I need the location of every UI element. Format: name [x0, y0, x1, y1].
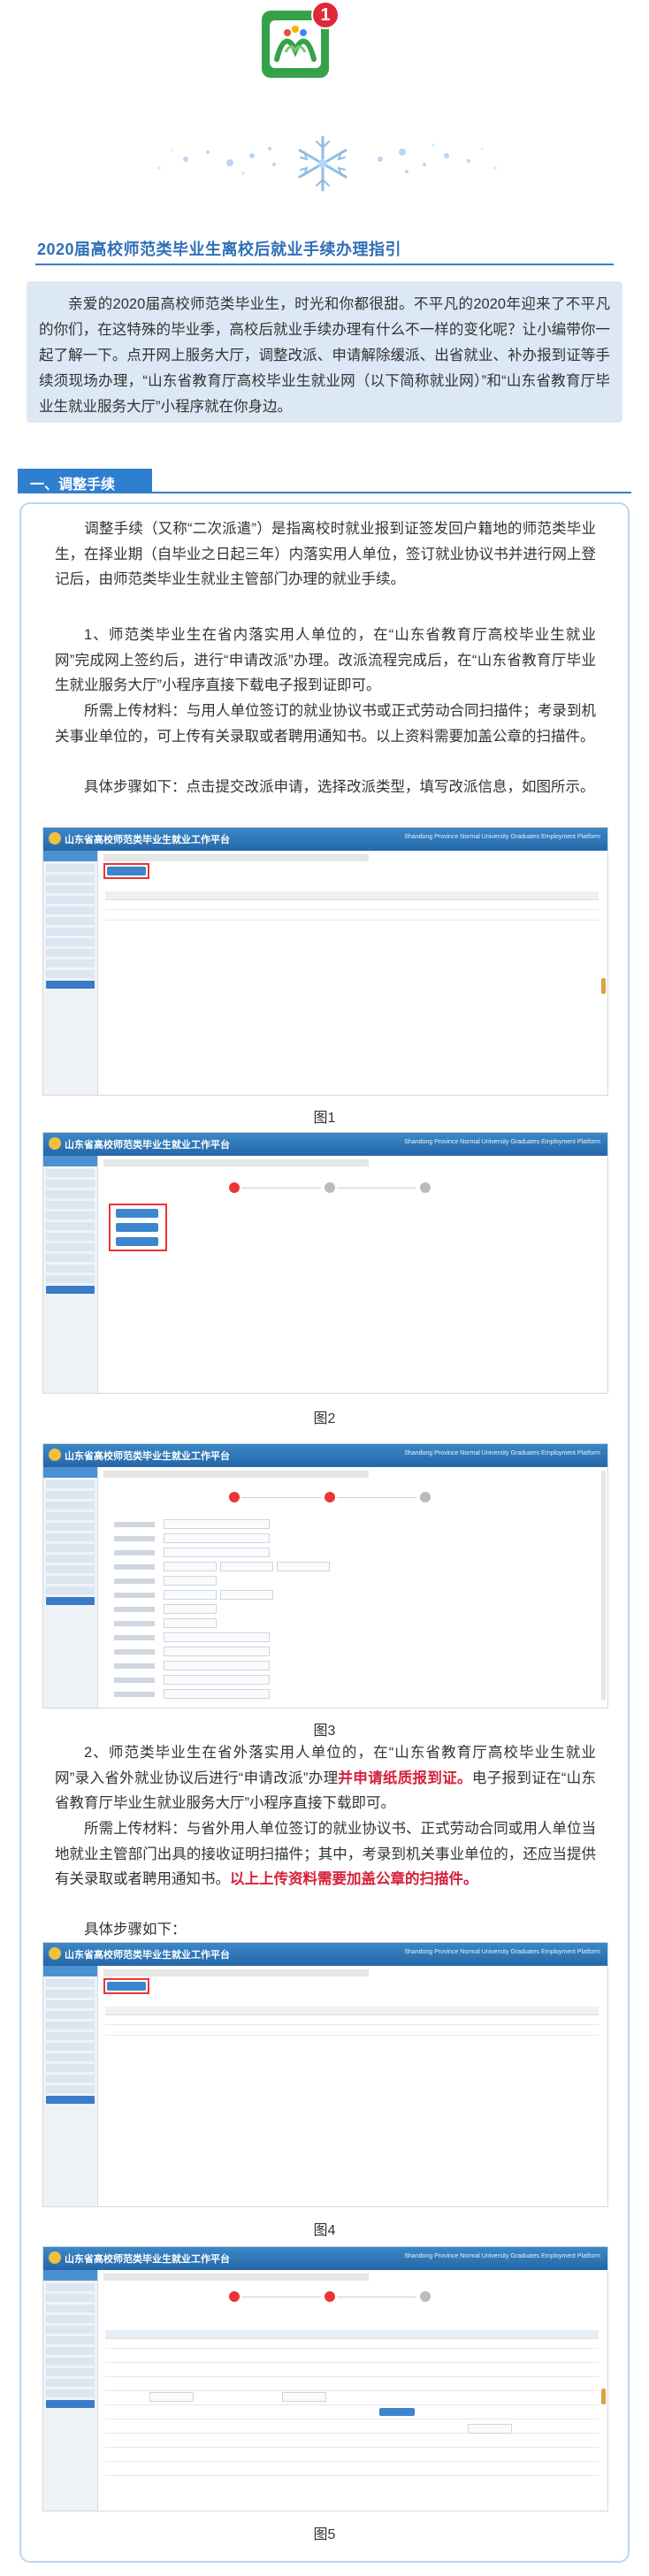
- platform-sidebar: [43, 851, 98, 1095]
- header-banner: 1: [0, 0, 649, 199]
- screenshot-figure-1: 山东省高校师范类毕业生就业工作平台 Shandong Province Norma…: [42, 827, 608, 1096]
- snowflake-icon: [298, 135, 347, 192]
- figure-caption-3: 图3: [313, 1724, 336, 1739]
- section-heading: 一、调整手续: [18, 469, 152, 493]
- figure-caption-1: 图1: [313, 1111, 336, 1126]
- screenshot-figure-3: 山东省高校师范类毕业生就业工作平台 Shandong Province Norma…: [42, 1443, 608, 1708]
- platform-header: 山东省高校师范类毕业生就业工作平台 Shandong Province Norma…: [43, 828, 607, 851]
- intro-text: 亲爱的2020届高校师范类毕业生，时光和你都很甜。不平凡的2020年迎来了不平凡…: [39, 296, 610, 415]
- screenshot-figure-5: 山东省高校师范类毕业生就业工作平台 Shandong Province Norma…: [42, 2246, 608, 2511]
- notification-badge: 1: [311, 1, 340, 29]
- intro-box: 亲爱的2020届高校师范类毕业生，时光和你都很甜。不平凡的2020年迎来了不平凡…: [27, 281, 622, 423]
- figure-caption-2: 图2: [313, 1411, 336, 1426]
- article-title: 2020届高校师范类毕业生离校后就业手续办理指引: [37, 241, 402, 258]
- highlight-official-seal: 以上上传资料需要加盖公章的扫描件。: [230, 1871, 478, 1887]
- paragraph-out-of-province: 2、师范类毕业生在省外落实用人单位的，在“山东省教育厅高校毕业生就业网”录入省外…: [55, 1745, 597, 1811]
- article-title-bar: 2020届高校师范类毕业生离校后就业手续办理指引: [27, 232, 622, 265]
- figure-caption-5: 图5: [313, 2527, 336, 2542]
- title-underline: [35, 264, 614, 265]
- paragraph-adjust-definition: 调整手续（又称“二次派遣”）是指离校时就业报到证签发回户籍地的师范类毕业生，在择…: [55, 521, 596, 587]
- screenshot-figure-2: 山东省高校师范类毕业生就业工作平台 Shandong Province Norma…: [42, 1132, 608, 1394]
- paragraph-in-province: 1、师范类毕业生在省内落实用人单位的，在“山东省教育厅高校毕业生就业网”完成网上…: [55, 627, 596, 693]
- screenshot-figure-4: 山东省高校师范类毕业生就业工作平台 Shandong Province Norma…: [42, 1942, 608, 2207]
- highlight-box: [103, 863, 149, 879]
- highlight-paper-certificate: 并申请纸质报到证。: [338, 1770, 472, 1786]
- paragraph-steps-1: 具体步骤如下：点击提交改派申请，选择改派类型，填写改派信息，如图所示。: [84, 779, 595, 795]
- paragraph-steps-2: 具体步骤如下：: [84, 1922, 187, 1938]
- paragraph-materials-2: 所需上传材料：与省外用人单位签订的就业协议书、正式劳动合同或用人单位当地就业主管…: [55, 1821, 596, 1887]
- paragraph-materials-1: 所需上传材料：与用人单位签订的就业协议书或正式劳动合同扫描件；考录到机关事业单位…: [55, 703, 596, 745]
- figure-caption-4: 图4: [313, 2223, 336, 2238]
- section-divider: [18, 492, 631, 493]
